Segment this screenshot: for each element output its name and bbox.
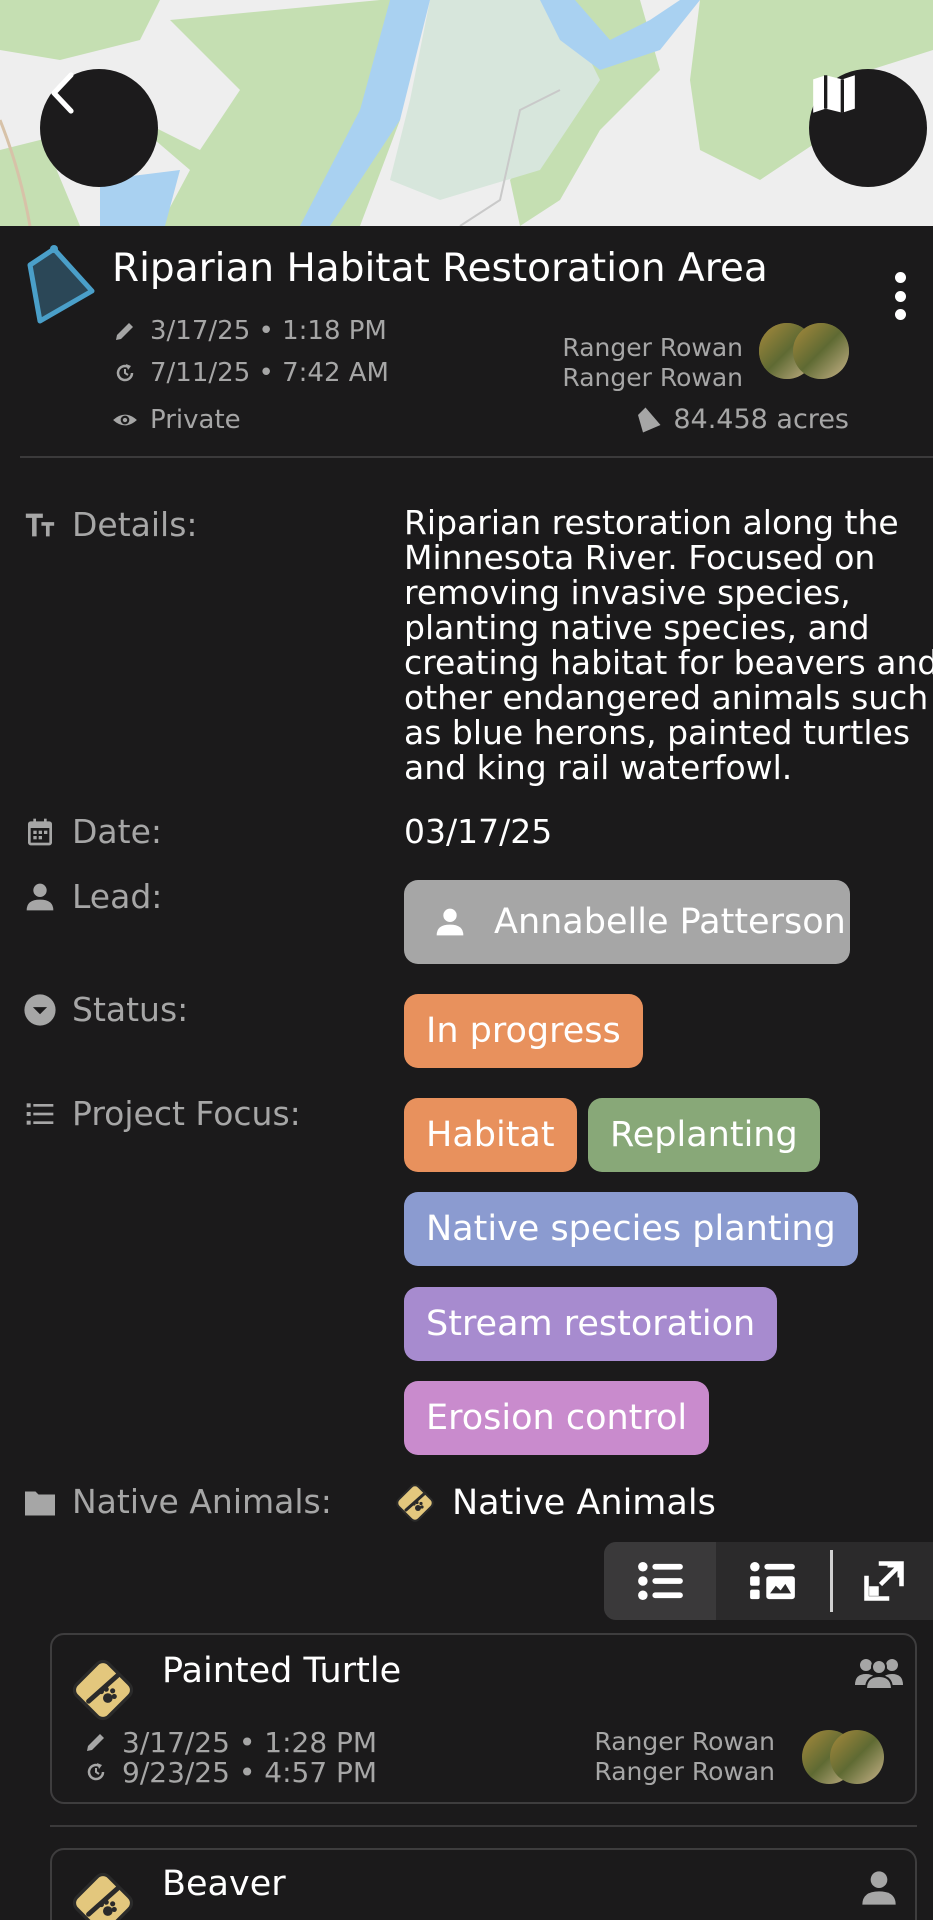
owner-name: Ranger Rowan [594, 1757, 775, 1786]
card-updated: 9/23/25 • 4:57 PM [122, 1756, 378, 1789]
project-focus-label-text: Project Focus: [72, 1094, 301, 1133]
open-map-button[interactable] [809, 69, 927, 187]
wildlife-icon [72, 1659, 134, 1721]
person-icon [26, 883, 54, 910]
list-view-icon [638, 1561, 683, 1601]
date-value: 03/17/25 [404, 812, 553, 851]
updated-timestamp: 7/11/25 • 7:42 AM [112, 358, 389, 388]
tag-replanting[interactable]: Replanting [588, 1098, 820, 1172]
card-view-icon [750, 1561, 795, 1600]
pencil-icon [116, 323, 133, 340]
owner-avatars [759, 323, 849, 379]
expand-icon [863, 1561, 904, 1601]
area-text: 84.458 acres [673, 404, 849, 435]
divider [50, 1825, 917, 1827]
group-icon [855, 1659, 903, 1690]
details-line: other endangered animals such [404, 678, 929, 717]
details-label: Details: [22, 505, 198, 544]
status-label: Status: [22, 990, 188, 1029]
more-dot-icon [894, 272, 906, 283]
native-animals-link[interactable]: Native Animals [392, 1480, 716, 1526]
card-title: Beaver [162, 1864, 286, 1904]
owners: Ranger Rowan Ranger Rowan [562, 333, 743, 393]
map-preview[interactable] [0, 0, 933, 226]
area-size: 84.458 acres [633, 404, 849, 435]
chevron-left-icon [51, 72, 74, 114]
lead-chip[interactable]: Annabelle Patterson [404, 880, 850, 964]
native-animals-link-text: Native Animals [452, 1483, 716, 1523]
card-title: Painted Turtle [162, 1651, 402, 1691]
status-label-text: Status: [72, 990, 189, 1029]
details-line: removing invasive species, [404, 573, 851, 612]
date-label-text: Date: [72, 812, 162, 851]
list-view-button[interactable] [604, 1542, 716, 1620]
page-title: Riparian Habitat Restoration Area [112, 246, 768, 291]
edited-timestamp: 3/17/25 • 1:18 PM [112, 316, 387, 346]
visibility: Private [112, 405, 241, 435]
visibility-text: Private [150, 405, 241, 435]
tag-erosion-control[interactable]: Erosion control [404, 1381, 710, 1455]
person-icon [436, 908, 464, 936]
eye-icon [113, 414, 137, 426]
more-dot-icon [894, 290, 906, 302]
details-line: Riparian restoration along the [404, 503, 899, 542]
owner-name: Ranger Rowan [594, 1727, 775, 1756]
details-line: as blue herons, painted turtles [404, 713, 911, 752]
owner-name: Ranger Rowan [562, 333, 743, 362]
wildlife-icon [72, 1872, 134, 1920]
details-label-text: Details: [72, 505, 198, 544]
folder-icon [25, 1491, 55, 1515]
owner-avatars [802, 1730, 884, 1784]
details-line: Minnesota River. Focused on [404, 538, 876, 577]
list-item[interactable]: Beaver [50, 1848, 917, 1920]
area-polygon-icon [27, 245, 95, 324]
list-icon [26, 1102, 54, 1125]
list-item[interactable]: Painted Turtle 3/17/25 • 1:28 PM 9/23/25… [50, 1633, 917, 1804]
card-view-button[interactable] [716, 1542, 828, 1620]
lead-label-text: Lead: [72, 877, 163, 916]
person-icon [862, 1871, 896, 1905]
card-edited: 3/17/25 • 1:28 PM [122, 1726, 378, 1759]
tag-stream-restoration[interactable]: Stream restoration [404, 1287, 778, 1361]
divider [20, 456, 933, 458]
project-focus-label: Project Focus: [22, 1094, 301, 1133]
text-format-icon [25, 513, 55, 536]
view-toolbar [604, 1542, 933, 1620]
lead-label: Lead: [22, 877, 162, 916]
owner-name: Ranger Rowan [562, 363, 743, 392]
details-line: creating habitat for beavers and [404, 643, 933, 682]
details-line: planting native species, and [404, 608, 870, 647]
wildlife-icon [396, 1484, 434, 1522]
history-icon [87, 1763, 105, 1781]
details-text: Riparian restoration along the Minnesota… [404, 505, 933, 785]
back-button[interactable] [40, 69, 158, 187]
dropdown-circle-icon [24, 993, 56, 1026]
pencil-icon [87, 1734, 104, 1751]
details-line: and king rail waterfowl. [404, 748, 793, 787]
native-animals-label: Native Animals: [22, 1482, 332, 1521]
history-icon [116, 364, 134, 382]
more-dot-icon [894, 309, 906, 320]
more-options-button[interactable] [880, 268, 920, 324]
card-timestamps: 3/17/25 • 1:28 PM 9/23/25 • 4:57 PM [84, 1728, 377, 1788]
toolbar-separator [830, 1550, 833, 1612]
expand-button[interactable] [834, 1542, 933, 1620]
updated-text: 7/11/25 • 7:42 AM [150, 358, 389, 388]
tag-native-species-planting[interactable]: Native species planting [404, 1192, 858, 1266]
status-badge[interactable]: In progress [404, 994, 643, 1068]
map-icon [813, 75, 855, 113]
tag-habitat[interactable]: Habitat [404, 1098, 577, 1172]
edited-text: 3/17/25 • 1:18 PM [150, 316, 387, 346]
date-label: Date: [22, 812, 162, 851]
native-animals-label-text: Native Animals: [72, 1482, 332, 1521]
card-owners: Ranger Rowan Ranger Rowan [594, 1727, 775, 1787]
lead-name: Annabelle Patterson [494, 902, 846, 942]
calendar-icon [28, 818, 52, 845]
polygon-area-icon [638, 407, 661, 432]
